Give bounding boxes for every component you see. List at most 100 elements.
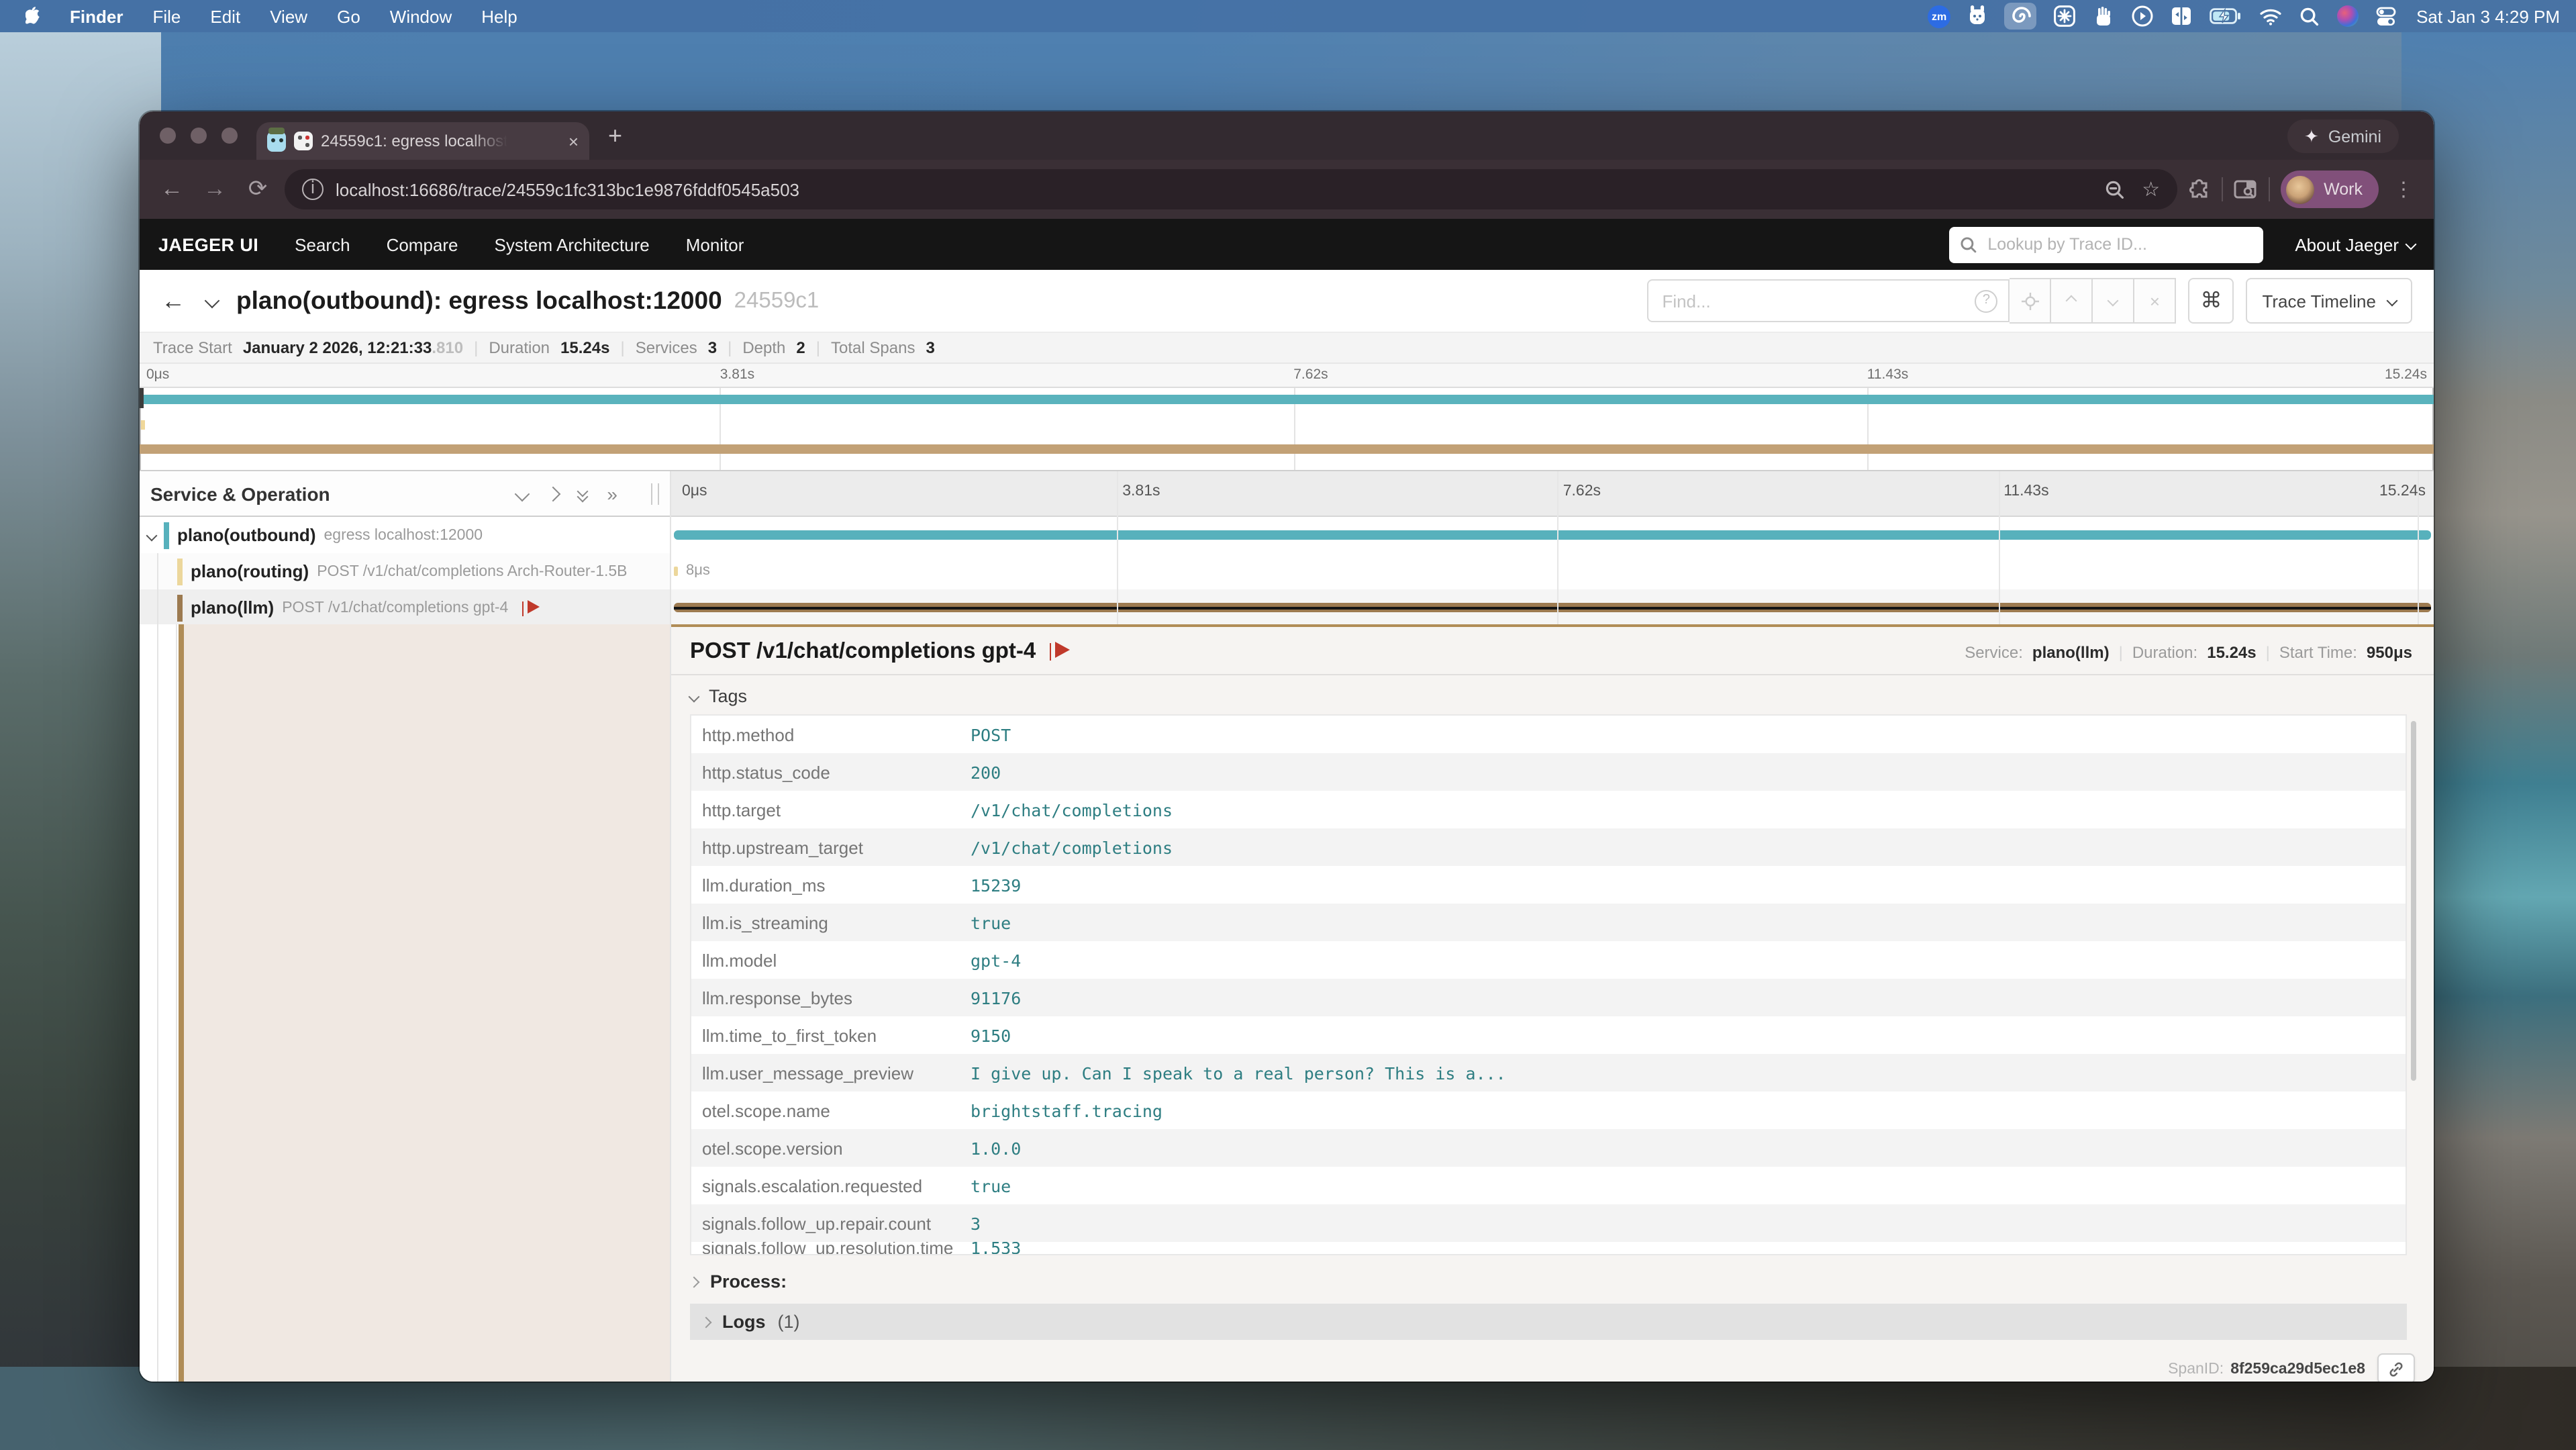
tag-row[interactable]: otel.scope.namebrightstaff.tracing (691, 1092, 2406, 1129)
trace-view-select[interactable]: Trace Timeline (2246, 278, 2412, 324)
bookmark-star-icon[interactable]: ☆ (2142, 177, 2160, 201)
nav-item-system-architecture[interactable]: System Architecture (495, 234, 650, 254)
tag-row[interactable]: llm.response_bytes91176 (691, 979, 2406, 1016)
trace-lookup-box[interactable] (1948, 226, 2263, 262)
play-circle-icon[interactable] (2132, 4, 2153, 28)
trace-minimap[interactable] (140, 387, 2434, 471)
collapse-one-icon[interactable] (515, 486, 530, 501)
window-minimize-button[interactable] (191, 128, 207, 144)
browser-tab[interactable]: 24559c1: egress localhost × (256, 122, 589, 160)
span-service-name[interactable]: plano(llm) (191, 597, 274, 618)
timeline-row-routing[interactable]: 8μs (671, 553, 2434, 589)
minimap-drag-handle[interactable] (140, 388, 144, 408)
gemini-button[interactable]: ✦ Gemini (2287, 119, 2399, 153)
minimap-span-llm[interactable] (140, 444, 2434, 454)
find-box[interactable]: ? (1647, 279, 2010, 322)
tag-row[interactable]: http.upstream_target/v1/chat/completions (691, 828, 2406, 866)
span-bar-llm[interactable] (674, 603, 2431, 612)
ollama-icon[interactable] (1968, 4, 1987, 28)
process-section-toggle[interactable]: Process: (690, 1271, 2434, 1292)
menu-bar-clock[interactable]: Sat Jan 3 4:29 PM (2416, 6, 2560, 26)
address-bar[interactable]: i localhost:16686/trace/24559c1fc313bc1e… (285, 169, 2177, 209)
control-center-icon[interactable] (2376, 4, 2396, 28)
menu-item-edit[interactable]: Edit (195, 6, 255, 26)
tag-row[interactable]: signals.follow_up.resolution.time1.533 (691, 1242, 2406, 1254)
tags-scrollbar[interactable] (2411, 721, 2416, 1081)
trace-lookup-input[interactable] (1985, 234, 2252, 255)
focus-span-button[interactable] (2010, 278, 2051, 324)
siri-icon[interactable] (2337, 5, 2359, 27)
expand-one-icon[interactable] (546, 486, 561, 501)
find-help-icon[interactable]: ? (1975, 289, 1997, 312)
apple-menu-icon[interactable] (13, 6, 55, 26)
span-row-outbound[interactable]: plano(outbound) egress localhost:12000 (140, 517, 670, 553)
menu-item-go[interactable]: Go (322, 6, 375, 26)
menu-item-help[interactable]: Help (466, 6, 532, 26)
tag-row[interactable]: llm.user_message_previewI give up. Can I… (691, 1054, 2406, 1092)
tag-row[interactable]: llm.duration_ms15239 (691, 866, 2406, 904)
forward-button[interactable]: → (199, 176, 231, 203)
minimap-span-outbound[interactable] (140, 395, 2434, 404)
wifi-icon[interactable] (2259, 4, 2282, 28)
tag-row[interactable]: llm.is_streamingtrue (691, 904, 2406, 941)
collapse-trace-chevron-icon[interactable] (205, 293, 220, 309)
hand-app-icon[interactable] (2093, 4, 2114, 28)
profile-button[interactable]: Work (2281, 171, 2379, 208)
clear-find-button[interactable]: × (2134, 278, 2176, 324)
minimap-span-routing[interactable] (141, 420, 145, 430)
nav-item-search[interactable]: Search (295, 234, 350, 254)
menu-item-view[interactable]: View (255, 6, 322, 26)
span-row-llm[interactable]: plano(llm) POST /v1/chat/completions gpt… (140, 589, 670, 626)
next-result-button[interactable] (2093, 278, 2134, 324)
new-tab-button[interactable]: + (589, 122, 641, 150)
back-button[interactable]: ← (156, 176, 188, 203)
browser-menu-icon[interactable]: ⋮ (2389, 177, 2418, 201)
menu-item-window[interactable]: Window (375, 6, 467, 26)
tag-row[interactable]: signals.follow_up.repair.count3 (691, 1204, 2406, 1242)
reload-button[interactable]: ⟳ (242, 176, 274, 203)
tag-row[interactable]: llm.time_to_first_token9150 (691, 1016, 2406, 1054)
snowflake-app-icon[interactable] (2054, 4, 2075, 28)
menu-item-file[interactable]: File (138, 6, 195, 26)
timeline-row-llm[interactable] (671, 589, 2434, 626)
zoom-out-icon[interactable] (2104, 179, 2124, 199)
prev-result-button[interactable] (2051, 278, 2093, 324)
nav-item-monitor[interactable]: Monitor (686, 234, 744, 254)
timeline-row-outbound[interactable] (671, 517, 2434, 553)
shortcuts-button[interactable]: ⌘ (2188, 278, 2234, 324)
spotlight-search-icon[interactable] (2299, 4, 2320, 28)
tag-row[interactable]: llm.modelgpt-4 (691, 941, 2406, 979)
url-text[interactable]: localhost:16686/trace/24559c1fc313bc1e98… (336, 179, 2092, 199)
about-jaeger-menu[interactable]: About Jaeger (2295, 234, 2415, 254)
span-service-name[interactable]: plano(routing) (191, 561, 309, 581)
window-tiling-icon[interactable] (2171, 4, 2192, 28)
copy-link-button[interactable] (2377, 1353, 2415, 1382)
tag-row[interactable]: otel.scope.version1.0.0 (691, 1129, 2406, 1167)
jaeger-brand[interactable]: JAEGER UI (158, 234, 258, 254)
span-bar-routing[interactable] (674, 567, 678, 576)
panel-resizer-handle[interactable] (651, 483, 659, 504)
span-service-name[interactable]: plano(outbound) (177, 525, 316, 545)
expand-all-icon[interactable]: » (607, 483, 617, 504)
side-panel-search-icon[interactable] (2234, 179, 2258, 200)
collapse-all-icon[interactable] (579, 487, 587, 500)
extensions-icon[interactable] (2188, 178, 2211, 201)
window-close-button[interactable] (160, 128, 176, 144)
back-arrow-icon[interactable]: ← (161, 287, 185, 315)
find-input[interactable] (1659, 289, 1975, 312)
active-app-spiral-icon[interactable] (2004, 3, 2036, 30)
tag-row[interactable]: http.methodPOST (691, 716, 2406, 753)
span-row-routing[interactable]: plano(routing) POST /v1/chat/completions… (140, 553, 670, 589)
row-collapse-icon[interactable] (146, 530, 158, 541)
tag-row[interactable]: http.status_code200 (691, 753, 2406, 791)
menu-app-name[interactable]: Finder (55, 6, 138, 26)
tag-row[interactable]: http.target/v1/chat/completions (691, 791, 2406, 828)
tags-section-toggle[interactable]: Tags (671, 675, 2434, 714)
tab-close-icon[interactable]: × (568, 131, 579, 151)
logs-section-toggle[interactable]: Logs (1) (690, 1304, 2407, 1340)
site-info-icon[interactable]: i (302, 179, 324, 200)
window-zoom-button[interactable] (221, 128, 238, 144)
tag-row[interactable]: signals.escalation.requestedtrue (691, 1167, 2406, 1204)
nav-item-compare[interactable]: Compare (387, 234, 458, 254)
zoom-app-icon[interactable]: zm (1928, 5, 1950, 28)
